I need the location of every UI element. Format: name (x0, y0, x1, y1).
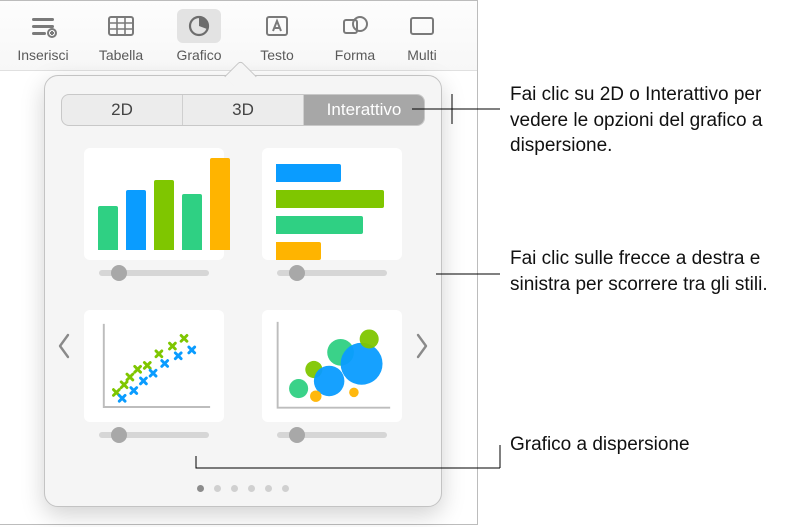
callout-scatter: Grafico a dispersione (510, 432, 792, 458)
callout-tabs: Fai clic su 2D o Interattivo per vedere … (510, 82, 792, 159)
callout-arrows: Fai clic sulle frecce a destra e sinistr… (510, 246, 792, 297)
